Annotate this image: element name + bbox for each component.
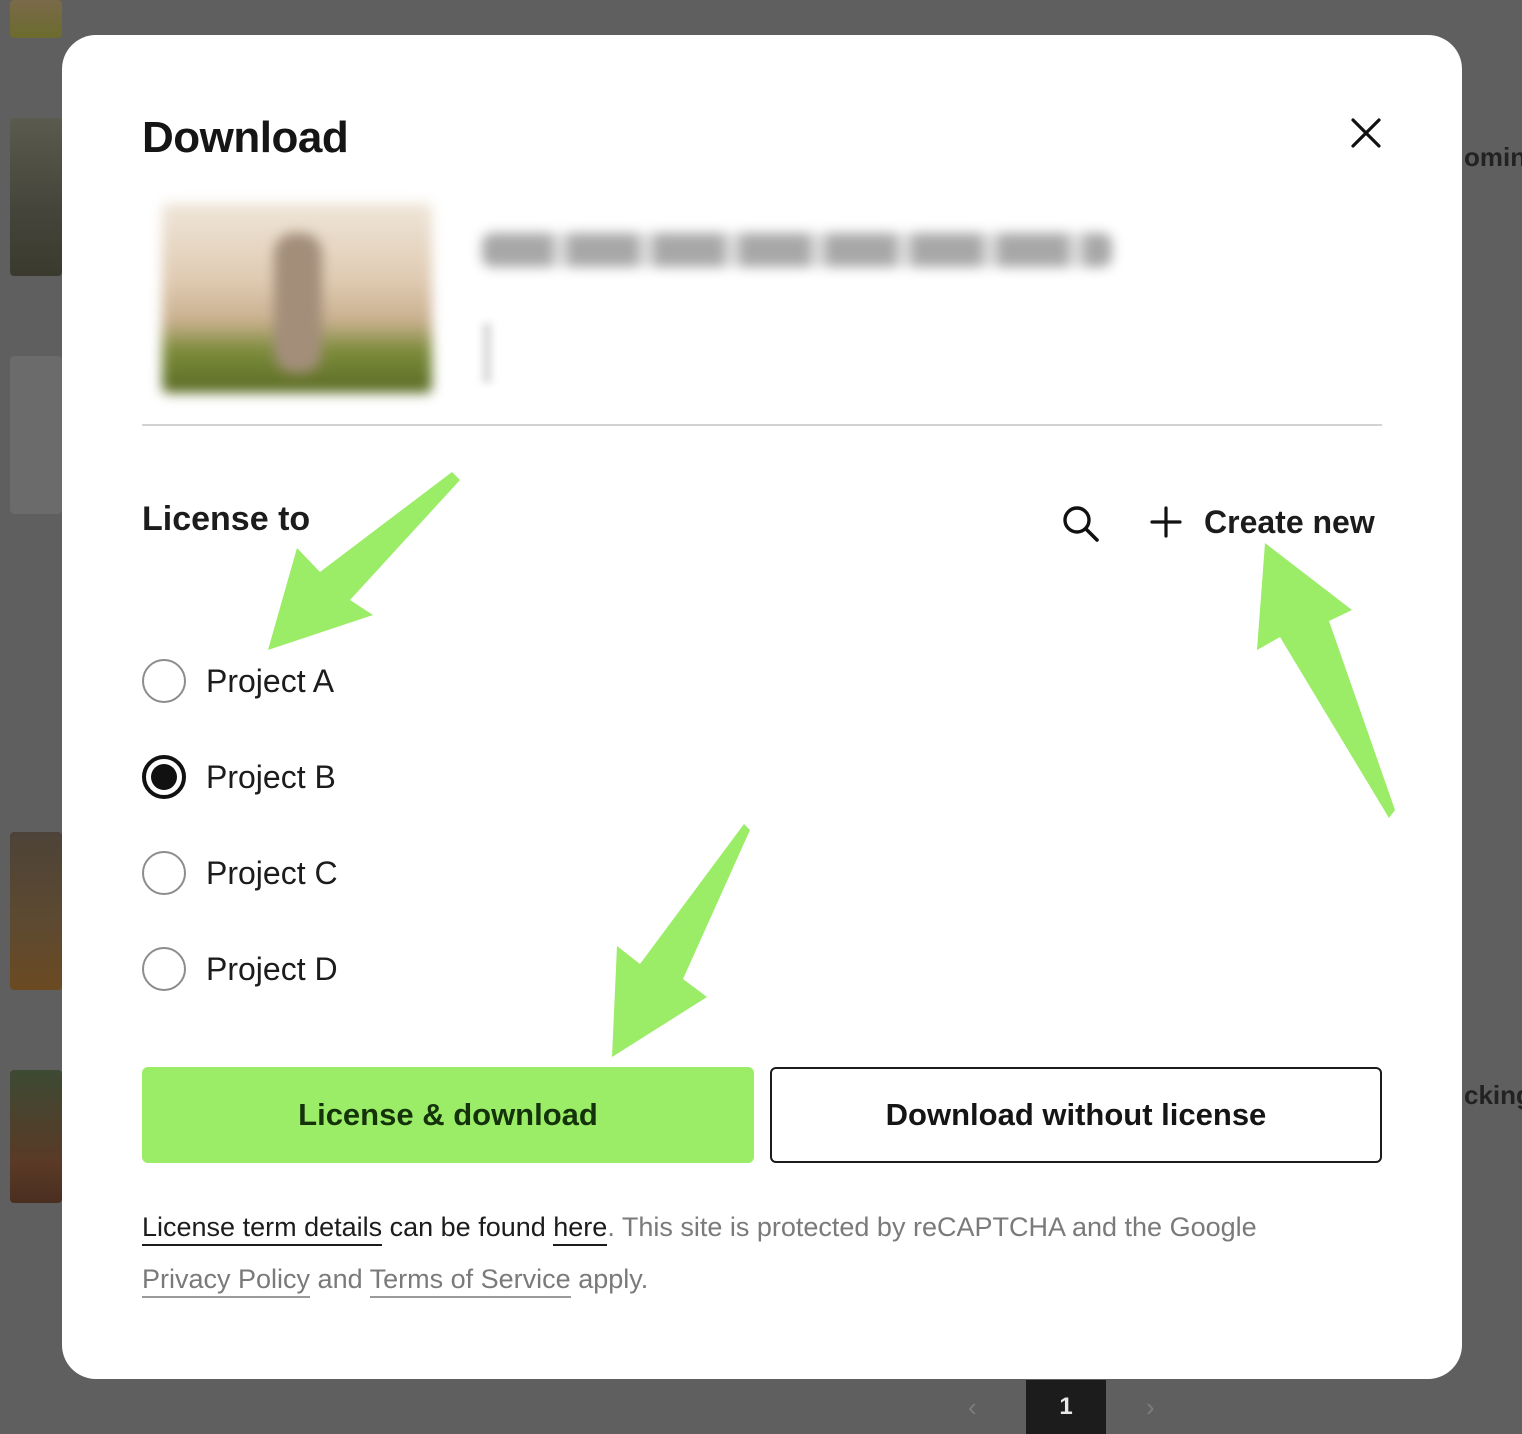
privacy-policy-link[interactable]: Privacy Policy [142, 1264, 311, 1298]
search-button[interactable] [1058, 501, 1104, 547]
close-button[interactable] [1340, 107, 1392, 159]
search-icon [1063, 506, 1099, 542]
background-thumbnail [10, 832, 62, 990]
chevron-left-icon[interactable]: ‹ [968, 1392, 977, 1423]
plus-icon [1150, 506, 1182, 538]
background-thumbnail [10, 1070, 62, 1203]
license-to-label: License to [142, 500, 311, 538]
download-modal: Download License to Create new Project A… [62, 35, 1462, 1379]
here-link[interactable]: here [553, 1212, 608, 1246]
create-new-label: Create new [1204, 503, 1375, 540]
legal-text: can be found [382, 1212, 554, 1242]
project-label: Project C [206, 854, 338, 891]
create-new-button[interactable]: Create new [1150, 499, 1375, 545]
asset-meta-blurred [482, 323, 492, 383]
asset-title-blurred [482, 233, 1112, 267]
project-radio-b[interactable]: Project B [142, 753, 336, 801]
project-label: Project D [206, 950, 338, 987]
legal-text: . This site is protected by reCAPTCHA an… [607, 1212, 1257, 1242]
close-icon [1351, 118, 1381, 148]
terms-of-service-link[interactable]: Terms of Service [369, 1264, 571, 1298]
asset-preview [142, 193, 1142, 408]
project-label: Project A [206, 662, 335, 699]
background-thumbnail [10, 0, 62, 38]
radio-button[interactable] [142, 947, 186, 991]
radio-button-selected[interactable] [142, 755, 186, 799]
download-without-license-button[interactable]: Download without license [770, 1067, 1382, 1163]
legal-text: apply. [570, 1264, 649, 1294]
divider [142, 424, 1382, 426]
modal-title: Download [142, 113, 349, 162]
license-and-download-button[interactable]: License & download [142, 1067, 754, 1163]
license-terms-link[interactable]: License term details [142, 1212, 383, 1246]
project-label: Project B [206, 758, 336, 795]
project-radio-a[interactable]: Project A [142, 657, 334, 705]
legal-notice: License term details can be found here. … [142, 1201, 1362, 1305]
radio-button[interactable] [142, 851, 186, 895]
legal-text: and [310, 1264, 370, 1294]
background-thumbnail [10, 356, 62, 514]
project-radio-c[interactable]: Project C [142, 849, 338, 897]
asset-thumbnail [162, 203, 432, 393]
background-item-title: omin [1464, 142, 1522, 172]
background-thumbnail [10, 118, 62, 276]
chevron-right-icon[interactable]: › [1146, 1392, 1155, 1423]
page-number[interactable]: 1 [1026, 1380, 1106, 1434]
pagination: ‹ 1 › [940, 1380, 1200, 1434]
background-item-title: cking [1464, 1080, 1522, 1110]
radio-button[interactable] [142, 659, 186, 703]
project-radio-d[interactable]: Project D [142, 945, 338, 993]
